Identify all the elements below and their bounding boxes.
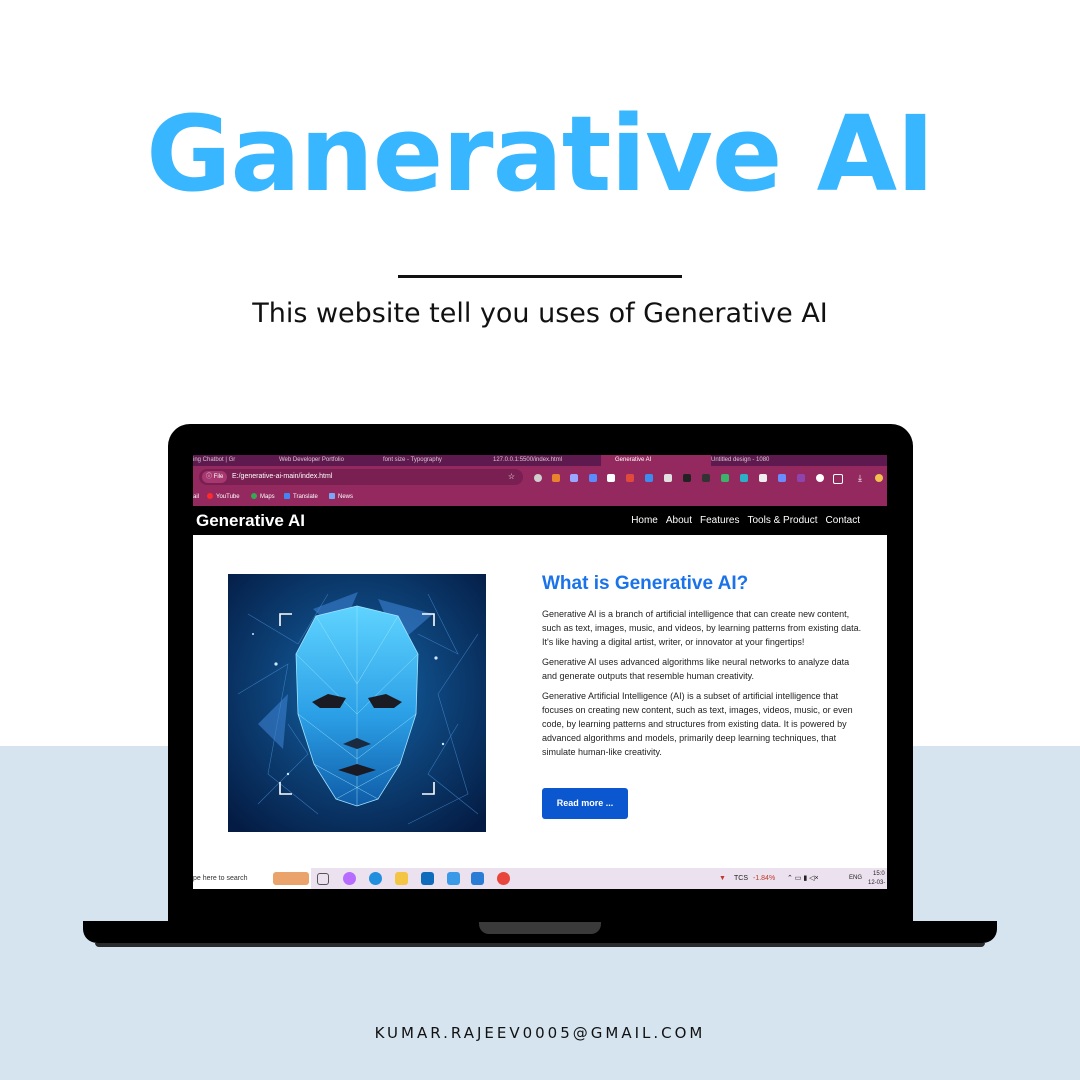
- site-nav-links: Home About Features Tools & Product Cont…: [631, 506, 860, 535]
- stock-ticker[interactable]: TCS: [734, 868, 748, 889]
- title-divider: [398, 275, 682, 278]
- site-info-label: File: [213, 474, 224, 480]
- task-view-icon[interactable]: [317, 873, 329, 885]
- translate-icon: [284, 493, 290, 499]
- extension-icon[interactable]: [683, 474, 691, 482]
- search-highlight-icon[interactable]: [273, 872, 309, 885]
- poster-subtitle: This website tell you uses of Generative…: [252, 298, 828, 329]
- chrome-icon[interactable]: [497, 872, 510, 885]
- browser-tab[interactable]: font size - Typography: [383, 455, 475, 466]
- bookmarks-bar: ail YouTube Maps Translate News: [193, 489, 887, 506]
- maps-icon: [251, 493, 257, 499]
- browser-tab[interactable]: ing Chatbot | Gr: [193, 455, 271, 466]
- site-info-chip[interactable]: ⓘ File: [202, 471, 228, 483]
- contact-email: KUMAR.RAJEEV0005@GMAIL.COM: [374, 1024, 706, 1042]
- extension-icon[interactable]: [589, 474, 597, 482]
- extension-icon[interactable]: [552, 474, 560, 482]
- stock-change: -1.84%: [753, 875, 776, 882]
- outlook-icon[interactable]: [421, 872, 434, 885]
- nav-contact[interactable]: Contact: [826, 506, 860, 535]
- bookmark-label: Maps: [260, 494, 275, 500]
- extensions-puzzle-icon[interactable]: [833, 474, 843, 484]
- edge-icon[interactable]: [369, 872, 382, 885]
- vscode-icon[interactable]: [471, 872, 484, 885]
- laptop-screen: ing Chatbot | Gr Web Developer Portfolio…: [193, 455, 887, 889]
- browser-toolbar: ⓘ File E:/generative-ai-main/index.html …: [193, 466, 887, 489]
- copilot-icon[interactable]: [343, 872, 356, 885]
- bookmark-star-icon[interactable]: ☆: [508, 469, 515, 485]
- nav-home[interactable]: Home: [631, 506, 658, 535]
- address-bar[interactable]: ⓘ File E:/generative-ai-main/index.html …: [199, 469, 523, 485]
- about-section: What is Generative AI? Generative AI is …: [542, 573, 866, 765]
- bookmark-label: News: [338, 494, 354, 500]
- nav-about[interactable]: About: [666, 506, 692, 535]
- laptop-notch: [479, 922, 601, 934]
- extension-icon[interactable]: [740, 474, 748, 482]
- info-icon: ⓘ: [206, 474, 214, 480]
- site-navbar: Generative AI Home About Features Tools …: [193, 506, 887, 535]
- extension-icon[interactable]: [645, 474, 653, 482]
- browser-tab-active[interactable]: Generative AI: [601, 455, 711, 466]
- extension-icon[interactable]: [816, 474, 824, 482]
- hero-image: [228, 574, 486, 832]
- extension-icon[interactable]: [759, 474, 767, 482]
- nav-features[interactable]: Features: [700, 506, 739, 535]
- browser-tab[interactable]: Web Developer Portfolio: [279, 455, 371, 466]
- extension-icon[interactable]: [570, 474, 578, 482]
- read-more-button[interactable]: Read more ...: [542, 788, 628, 819]
- section-paragraph: Generative AI uses advanced algorithms l…: [542, 657, 850, 681]
- clock-date: 12-03-: [868, 880, 886, 886]
- extension-icon[interactable]: [797, 474, 805, 482]
- site-brand[interactable]: Generative AI: [196, 506, 305, 535]
- language-indicator[interactable]: ENG: [849, 868, 862, 889]
- bookmark-label: ail: [193, 494, 200, 500]
- taskbar-search-placeholder: pe here to search: [193, 875, 248, 882]
- laptop-base-shadow: [95, 943, 985, 947]
- news-icon: [329, 493, 335, 499]
- section-heading: What is Generative AI?: [542, 573, 749, 594]
- extension-icon[interactable]: [778, 474, 786, 482]
- avatar[interactable]: [875, 474, 883, 482]
- system-tray-icons[interactable]: ⌃ ▭ ▮ ◁×: [787, 868, 819, 889]
- extension-icon[interactable]: [664, 474, 672, 482]
- ai-face-illustration: [228, 574, 486, 832]
- bookmark-translate[interactable]: Translate: [284, 489, 318, 506]
- file-explorer-icon[interactable]: [395, 872, 408, 885]
- stock-icon: ▼: [719, 875, 726, 882]
- extension-icon[interactable]: [626, 474, 634, 482]
- extension-icon[interactable]: [721, 474, 729, 482]
- bookmark-news[interactable]: News: [329, 489, 353, 506]
- browser-tab[interactable]: Untitled design - 1080: [711, 455, 811, 466]
- extension-icon[interactable]: [702, 474, 710, 482]
- browser-tab[interactable]: 127.0.0.1:5500/index.html: [493, 455, 589, 466]
- bookmark-youtube[interactable]: YouTube: [207, 489, 240, 506]
- bookmark-label: YouTube: [216, 494, 240, 500]
- section-paragraph: Generative Artificial Intelligence (AI) …: [542, 691, 853, 757]
- poster-title: Ganerative AI: [146, 93, 935, 215]
- download-icon[interactable]: ⤓: [858, 474, 866, 483]
- bookmark-gmail[interactable]: ail: [193, 489, 199, 506]
- browser-tab-strip: ing Chatbot | Gr Web Developer Portfolio…: [193, 455, 887, 466]
- youtube-icon: [207, 493, 213, 499]
- bookmark-maps[interactable]: Maps: [251, 489, 275, 506]
- extension-icon[interactable]: [534, 474, 542, 482]
- nav-tools-product[interactable]: Tools & Product: [747, 506, 817, 535]
- bookmark-label: Translate: [293, 494, 318, 500]
- address-url[interactable]: E:/generative-ai-main/index.html: [232, 469, 332, 485]
- windows-taskbar: pe here to search ▼ TCS -1.84% ⌃ ▭ ▮ ◁× …: [193, 868, 887, 889]
- section-paragraph: Generative AI is a branch of artificial …: [542, 609, 862, 647]
- extension-icon[interactable]: [607, 474, 615, 482]
- store-icon[interactable]: [447, 872, 460, 885]
